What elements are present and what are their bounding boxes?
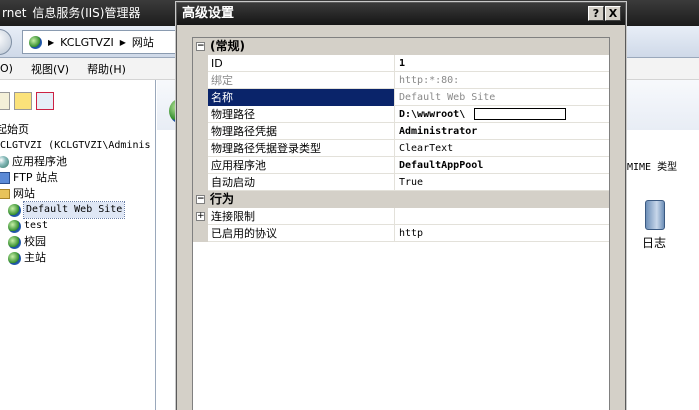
globe-icon (29, 35, 42, 49)
row-gutter (193, 55, 208, 72)
property-grid: − (常规) ID 1 绑定 http:*:80: 名称 Default Web… (192, 37, 610, 410)
disconnect-icon[interactable] (36, 92, 54, 110)
tree-item-start-page[interactable]: 起始页 (0, 122, 155, 138)
physical-path-text: D:\wwwroot\ (399, 109, 466, 120)
breadcrumb-server[interactable]: KCLGTVZI (60, 36, 114, 49)
property-value[interactable]: http:*:80: (396, 72, 609, 89)
property-row-connection-limits[interactable]: + 连接限制 (193, 208, 609, 225)
category-label: 行为 (210, 192, 235, 206)
category-general[interactable]: − (常规) (193, 38, 609, 55)
globe-icon (8, 235, 21, 249)
property-row-app-pool[interactable]: 应用程序池 DefaultAppPool (193, 157, 609, 174)
new-connection-icon[interactable] (0, 92, 10, 110)
property-name: 名称 (208, 89, 395, 106)
property-name: 物理路径凭据 (208, 123, 395, 140)
tree-item-server[interactable]: KCLGTVZI (KCLGTVZI\Adminis (0, 138, 155, 154)
property-row-physical-path[interactable]: 物理路径 D:\wwwroot\ (193, 106, 609, 123)
property-name: 已启用的协议 (208, 225, 395, 242)
property-value[interactable]: http (396, 225, 609, 242)
category-behavior[interactable]: − 行为 (193, 191, 609, 208)
property-value[interactable]: Administrator (396, 123, 609, 140)
back-button[interactable] (0, 29, 12, 55)
row-gutter (193, 72, 208, 89)
connections-pane: 起始页 KCLGTVZI (KCLGTVZI\Adminis 应用程序池 FTP… (0, 80, 156, 410)
property-row-credentials[interactable]: 物理路径凭据 Administrator (193, 123, 609, 140)
breadcrumb-sites[interactable]: 网站 (132, 34, 154, 50)
iis-title-fragment: rnet (2, 6, 27, 20)
dialog-title: 高级设置 (182, 6, 235, 21)
property-name: 物理路径凭据登录类型 (208, 140, 395, 157)
menu-item-help[interactable]: 帮助(H) (87, 61, 126, 77)
property-row-logon-type[interactable]: 物理路径凭据登录类型 ClearText (193, 140, 609, 157)
property-value[interactable]: 1 (396, 55, 609, 72)
row-gutter (193, 123, 208, 140)
collapse-icon[interactable]: − (196, 42, 205, 51)
property-value[interactable]: ClearText (396, 140, 609, 157)
property-row-bindings[interactable]: 绑定 http:*:80: (193, 72, 609, 89)
row-gutter (193, 106, 208, 123)
logging-icon[interactable] (645, 200, 665, 230)
tree-item-test[interactable]: test (8, 218, 155, 234)
save-icon[interactable] (14, 92, 32, 110)
menu-item-view[interactable]: 视图(V) (31, 61, 69, 77)
property-row-name[interactable]: 名称 Default Web Site (193, 89, 609, 106)
ftp-icon (0, 172, 10, 184)
tree-item-campus[interactable]: 校园 (8, 234, 155, 250)
property-value[interactable]: DefaultAppPool (396, 157, 609, 174)
category-label: (常规) (210, 39, 245, 53)
tree-item-app-pools[interactable]: 应用程序池 (0, 154, 155, 170)
dialog-title-bar: 高级设置 ? X (177, 3, 625, 25)
help-button[interactable]: ? (588, 6, 604, 21)
chevron-right-icon: ▶ (119, 37, 126, 47)
property-name: ID (208, 55, 395, 72)
property-row-id[interactable]: ID 1 (193, 55, 609, 72)
physical-path-input[interactable] (474, 108, 566, 120)
app-pool-icon (0, 156, 9, 168)
advanced-settings-dialog: 高级设置 ? X − (常规) ID 1 绑定 http:*:80: 名称 De… (176, 2, 626, 410)
property-row-enabled-protocols[interactable]: 已启用的协议 http (193, 225, 609, 242)
globe-icon (8, 219, 21, 233)
property-name: 绑定 (208, 72, 395, 89)
row-gutter (193, 89, 208, 106)
tree-item-default-web-site[interactable]: Default Web Site (8, 201, 155, 219)
row-gutter (193, 140, 208, 157)
globe-icon (8, 203, 21, 217)
row-gutter (193, 225, 208, 242)
chevron-right-icon: ▶ (48, 37, 55, 47)
property-row-auto-start[interactable]: 自动启动 True (193, 174, 609, 191)
property-value[interactable]: D:\wwwroot\ (396, 106, 609, 123)
iis-title-text: 信息服务(IIS)管理器 (32, 6, 141, 20)
tree-item-ftp[interactable]: FTP 站点 (0, 170, 155, 186)
row-gutter (193, 174, 208, 191)
tree-item-main-site[interactable]: 主站 (8, 250, 155, 266)
property-name: 应用程序池 (208, 157, 395, 174)
connections-tree: 起始页 KCLGTVZI (KCLGTVZI\Adminis 应用程序池 FTP… (0, 122, 155, 266)
close-button[interactable]: X (605, 6, 621, 21)
row-gutter (193, 157, 208, 174)
property-value[interactable]: Default Web Site (396, 89, 609, 106)
mime-types-label: MIME 类型 (627, 162, 678, 173)
menu-item-operation[interactable]: O) (0, 62, 13, 75)
property-grid-empty-area (193, 242, 609, 410)
globe-icon (8, 251, 21, 265)
property-name: 物理路径 (208, 106, 395, 123)
logging-label[interactable]: 日志 (642, 234, 666, 251)
property-name: 自动启动 (208, 174, 395, 191)
connections-toolbar (0, 80, 155, 122)
screen: rnet 信息服务(IIS)管理器 ▶ KCLGTVZI ▶ 网站 O) 视图(V… (0, 0, 699, 410)
property-name: 连接限制 (208, 208, 395, 225)
expand-icon[interactable]: + (196, 212, 205, 221)
tree-item-sites[interactable]: 网站 (0, 186, 155, 202)
property-value[interactable]: True (396, 174, 609, 191)
collapse-icon[interactable]: − (196, 195, 205, 204)
folder-icon (0, 189, 10, 199)
property-value[interactable] (396, 208, 609, 225)
